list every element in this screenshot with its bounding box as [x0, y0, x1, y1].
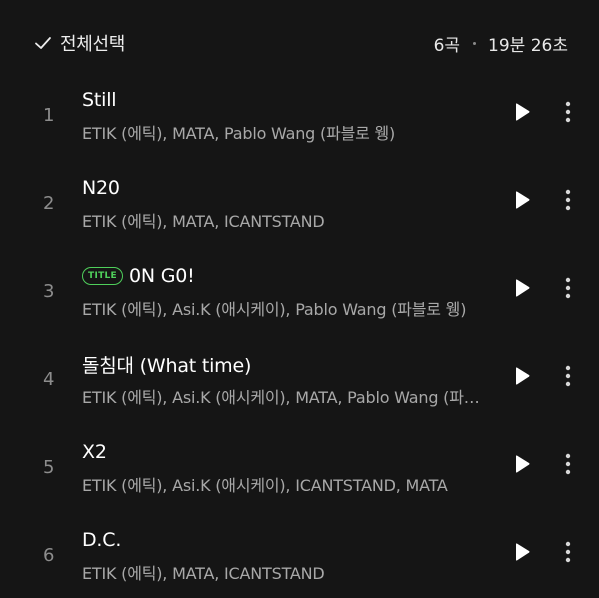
check-icon	[34, 34, 52, 52]
track-artists: ETIK (에틱), Asi.K (애시케이), ICANTSTAND, MAT…	[82, 476, 448, 495]
track-row[interactable]: 2 N20 ETIK (에틱), MATA, ICANTSTAND	[0, 158, 599, 246]
track-title-row: Still	[82, 86, 117, 114]
select-all-button[interactable]: 전체선택	[34, 29, 125, 57]
track-number-label: 1	[43, 104, 55, 126]
more-vertical-icon	[565, 189, 571, 215]
track-title-row: 돌침대 (What time)	[82, 350, 251, 378]
more-options-button[interactable]	[556, 70, 580, 158]
more-vertical-icon	[565, 365, 571, 391]
track-number-label: 5	[43, 456, 55, 478]
play-button[interactable]	[508, 334, 536, 422]
track-title: 돌침대 (What time)	[82, 354, 252, 377]
track-row[interactable]: 6 D.C. ETIK (에틱), MATA, ICANTSTAND	[0, 510, 599, 598]
track-number: 3	[28, 246, 72, 334]
track-number: 6	[28, 510, 72, 598]
track-number-label: 2	[43, 192, 55, 214]
track-row[interactable]: 4 돌침대 (What time) ETIK (에틱), Asi.K (애시케이…	[0, 334, 599, 422]
total-duration: 19분 26초	[488, 35, 568, 56]
track-row[interactable]: 3 TITLE 0N G0! ETIK (에틱), Asi.K (애시케이), …	[0, 246, 599, 334]
select-all-label: 전체선택	[60, 34, 126, 55]
track-title: D.C.	[82, 529, 122, 551]
play-button[interactable]	[508, 70, 536, 158]
more-vertical-icon	[565, 453, 571, 479]
track-number: 1	[28, 70, 72, 158]
play-icon	[513, 102, 531, 126]
track-row[interactable]: 5 X2 ETIK (에틱), Asi.K (애시케이), ICANTSTAND…	[0, 422, 599, 510]
play-icon	[513, 190, 531, 214]
play-icon	[513, 454, 531, 478]
play-button[interactable]	[508, 422, 536, 510]
more-options-button[interactable]	[556, 334, 580, 422]
track-number-label: 6	[43, 544, 55, 566]
track-number-label: 3	[43, 280, 55, 302]
play-icon	[513, 366, 531, 390]
track-artists: ETIK (에틱), Asi.K (애시케이), Pablo Wang (파블로…	[82, 300, 467, 319]
more-options-button[interactable]	[556, 246, 580, 334]
track-row[interactable]: 1 Still ETIK (에틱), MATA, Pablo Wang (파블로…	[0, 70, 599, 158]
play-button[interactable]	[508, 246, 536, 334]
track-count: 6곡	[433, 35, 461, 56]
track-title: 0N G0!	[129, 265, 195, 287]
more-vertical-icon	[565, 541, 571, 567]
tracklist-summary: 6곡 19분 26초	[434, 29, 568, 57]
track-title-row: D.C.	[82, 526, 121, 554]
track-number: 2	[28, 158, 72, 246]
track-title: X2	[82, 441, 107, 463]
track-title: N20	[82, 177, 120, 199]
play-icon	[513, 278, 531, 302]
track-title-row: N20	[82, 174, 120, 202]
more-vertical-icon	[565, 277, 571, 303]
play-button[interactable]	[508, 510, 536, 598]
track-title-row: TITLE 0N G0!	[82, 262, 195, 290]
more-options-button[interactable]	[556, 158, 580, 246]
more-options-button[interactable]	[556, 510, 580, 598]
track-title: Still	[82, 89, 117, 111]
track-number: 5	[28, 422, 72, 510]
more-vertical-icon	[565, 101, 571, 127]
track-artists: ETIK (에틱), MATA, ICANTSTAND	[82, 564, 325, 583]
track-title-row: X2	[82, 438, 107, 466]
track-number-label: 4	[43, 368, 55, 390]
track-artists: ETIK (에틱), MATA, Pablo Wang (파블로 웽)	[82, 124, 396, 143]
track-number: 4	[28, 334, 72, 422]
track-artists: ETIK (에틱), Asi.K (애시케이), MATA, Pablo Wan…	[82, 388, 492, 407]
play-icon	[513, 542, 531, 566]
track-artists: ETIK (에틱), MATA, ICANTSTAND	[82, 212, 325, 231]
more-options-button[interactable]	[556, 422, 580, 510]
title-badge: TITLE	[82, 267, 124, 285]
play-button[interactable]	[508, 158, 536, 246]
separator-dot	[473, 41, 477, 45]
